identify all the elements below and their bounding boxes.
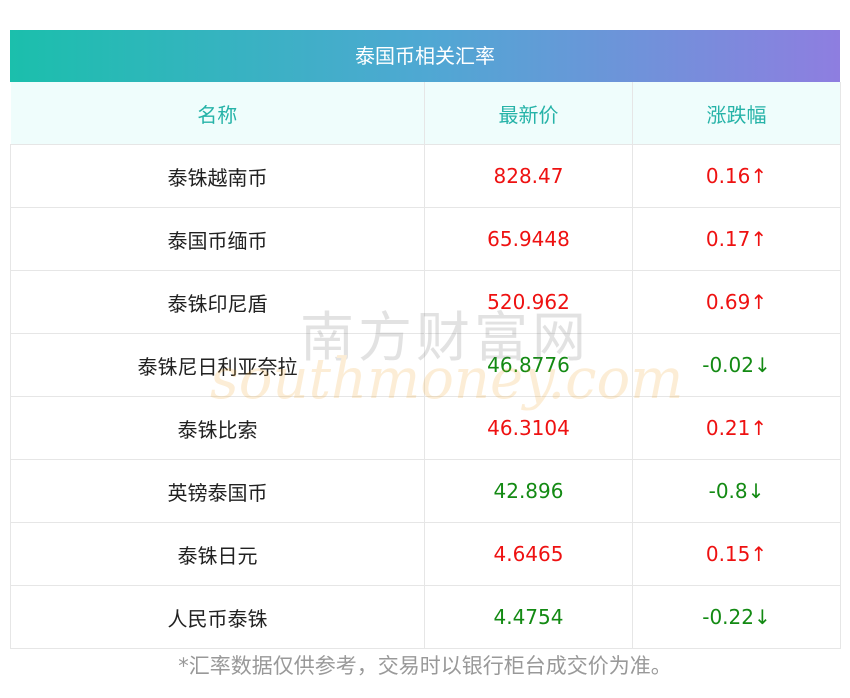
rate-change: 0.15↑ bbox=[632, 522, 841, 586]
rate-name: 泰铢尼日利亚奈拉 bbox=[10, 333, 425, 397]
table-row: 泰铢日元 4.6465 0.15↑ bbox=[10, 522, 841, 586]
table-row: 泰铢印尼盾 520.962 0.69↑ bbox=[10, 270, 841, 334]
table-row: 泰铢尼日利亚奈拉 46.8776 -0.02↓ bbox=[10, 333, 841, 397]
rate-change: -0.02↓ bbox=[632, 333, 841, 397]
rate-price: 65.9448 bbox=[424, 207, 633, 271]
rate-price: 42.896 bbox=[424, 459, 633, 523]
disclaimer-note: *汇率数据仅供参考，交易时以银行柜台成交价为准。 bbox=[178, 654, 672, 678]
column-header-name: 名称 bbox=[10, 82, 425, 145]
column-header-change: 涨跌幅 bbox=[632, 82, 841, 145]
rate-name: 人民币泰铢 bbox=[10, 585, 425, 649]
rate-price: 4.6465 bbox=[424, 522, 633, 586]
rate-name: 泰铢比索 bbox=[10, 396, 425, 460]
rate-change: 0.16↑ bbox=[632, 144, 841, 208]
rate-name: 泰铢越南币 bbox=[10, 144, 425, 208]
rate-price: 828.47 bbox=[424, 144, 633, 208]
rate-price: 520.962 bbox=[424, 270, 633, 334]
table-row: 英镑泰国币 42.896 -0.8↓ bbox=[10, 459, 841, 523]
table-row: 泰铢比索 46.3104 0.21↑ bbox=[10, 396, 841, 460]
rate-change: -0.22↓ bbox=[632, 585, 841, 649]
rate-name: 泰国币缅币 bbox=[10, 207, 425, 271]
rate-price: 46.3104 bbox=[424, 396, 633, 460]
rate-change: 0.69↑ bbox=[632, 270, 841, 334]
rate-change: 0.21↑ bbox=[632, 396, 841, 460]
rate-change: -0.8↓ bbox=[632, 459, 841, 523]
table-row: 人民币泰铢 4.4754 -0.22↓ bbox=[10, 585, 841, 649]
column-header-price: 最新价 bbox=[424, 82, 633, 145]
rate-price: 46.8776 bbox=[424, 333, 633, 397]
rate-name: 英镑泰国币 bbox=[10, 459, 425, 523]
table-header-row: 名称 最新价 涨跌幅 bbox=[10, 82, 841, 145]
rates-table: 名称 最新价 涨跌幅 泰铢越南币 828.47 0.16↑ 泰国币缅币 65.9… bbox=[10, 82, 841, 649]
rate-name: 泰铢印尼盾 bbox=[10, 270, 425, 334]
rate-name: 泰铢日元 bbox=[10, 522, 425, 586]
exchange-rate-card: 泰国币相关汇率 名称 最新价 涨跌幅 泰铢越南币 828.47 0.16↑ 泰国… bbox=[10, 30, 841, 649]
rate-change: 0.17↑ bbox=[632, 207, 841, 271]
table-row: 泰铢越南币 828.47 0.16↑ bbox=[10, 144, 841, 208]
table-row: 泰国币缅币 65.9448 0.17↑ bbox=[10, 207, 841, 271]
rate-price: 4.4754 bbox=[424, 585, 633, 649]
card-title: 泰国币相关汇率 bbox=[10, 30, 840, 82]
